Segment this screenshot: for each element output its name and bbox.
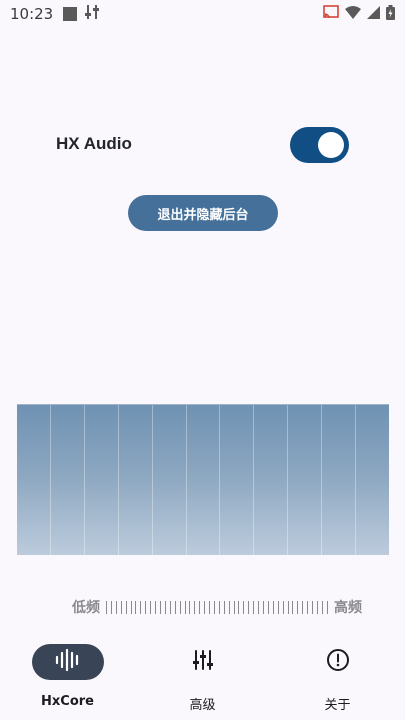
frequency-tick [135,600,137,614]
frequency-tick [238,600,240,614]
frequency-tick [263,600,264,614]
frequency-tick [140,600,142,614]
hx-audio-toggle[interactable] [290,127,349,163]
equalizer-status-icon [85,4,100,24]
frequency-scale: 低频 高频 [72,596,362,618]
info-icon [326,648,350,676]
frequency-tick [194,600,196,614]
frequency-tick [125,600,127,614]
frequency-tick [302,600,304,614]
frequency-tick [282,600,284,614]
frequency-tick [199,600,201,614]
frequency-tick [204,600,206,614]
frequency-tick [243,600,245,614]
eq-band[interactable] [288,405,323,555]
eq-band[interactable] [322,405,357,555]
nav-label-advanced: 高级 [189,698,216,713]
eq-band[interactable] [254,405,289,555]
high-frequency-label: 高频 [334,600,362,616]
nav-label-hxcore: HxCore [41,694,94,709]
eq-band[interactable] [220,405,255,555]
signal-icon [367,5,380,23]
frequency-ticks [106,600,328,614]
eq-band[interactable] [187,405,221,555]
frequency-tick [297,600,299,614]
frequency-tick [223,600,225,614]
notification-icon [63,7,78,21]
frequency-tick [312,600,314,614]
nav-label-about: 关于 [324,698,351,713]
frequency-tick [130,600,132,614]
frequency-tick [179,600,181,614]
frequency-tick [184,600,186,614]
equalizer-panel[interactable] [17,404,389,555]
battery-icon [386,4,395,24]
frequency-tick [258,600,260,614]
exit-and-hide-button[interactable]: 退出并隐藏后台 [128,195,278,231]
wifi-icon [345,5,361,23]
frequency-tick [292,600,294,614]
frequency-tick [145,600,147,614]
frequency-tick [115,600,117,614]
nav-icon-wrap [167,644,239,680]
frequency-tick [174,600,176,614]
status-bar: 10:23 [0,0,405,28]
frequency-tick [307,600,309,614]
frequency-tick [155,600,157,614]
nav-icon-wrap [302,644,374,680]
frequency-tick [189,600,191,614]
nav-indicator [31,644,104,680]
status-time: 10:23 [10,5,54,23]
frequency-tick [159,600,161,614]
cast-icon [323,5,339,23]
eq-band[interactable] [119,405,153,555]
frequency-tick [287,600,289,614]
frequency-tick [110,600,112,614]
eq-band[interactable] [356,405,389,555]
frequency-tick [213,600,215,614]
frequency-tick [326,600,328,614]
frequency-tick [106,600,107,614]
frequency-tick [228,600,230,614]
nav-item-hxcore[interactable]: HxCore [0,632,135,720]
frequency-tick [169,600,171,614]
waveform-icon [54,648,82,676]
sliders-icon [192,649,214,675]
frequency-tick [316,600,318,614]
nav-item-about[interactable]: 关于 [270,632,405,720]
frequency-tick [233,600,235,614]
eq-band[interactable] [17,405,51,555]
frequency-tick [248,600,250,614]
frequency-tick [150,600,152,614]
frequency-tick [321,600,323,614]
frequency-tick [120,600,122,614]
frequency-tick [277,600,279,614]
frequency-tick [267,600,269,614]
frequency-tick [218,600,220,614]
nav-item-advanced[interactable]: 高级 [135,632,270,720]
frequency-tick [209,600,211,614]
low-frequency-label: 低频 [72,600,100,616]
frequency-tick [164,600,166,614]
frequency-tick [253,600,255,614]
eq-band[interactable] [153,405,187,555]
frequency-tick [272,600,274,614]
hx-audio-label: HX Audio [56,134,132,153]
eq-band[interactable] [85,405,119,555]
toggle-knob [318,132,344,158]
eq-band[interactable] [51,405,85,555]
bottom-navigation: HxCore 高级 关于 [0,632,405,720]
